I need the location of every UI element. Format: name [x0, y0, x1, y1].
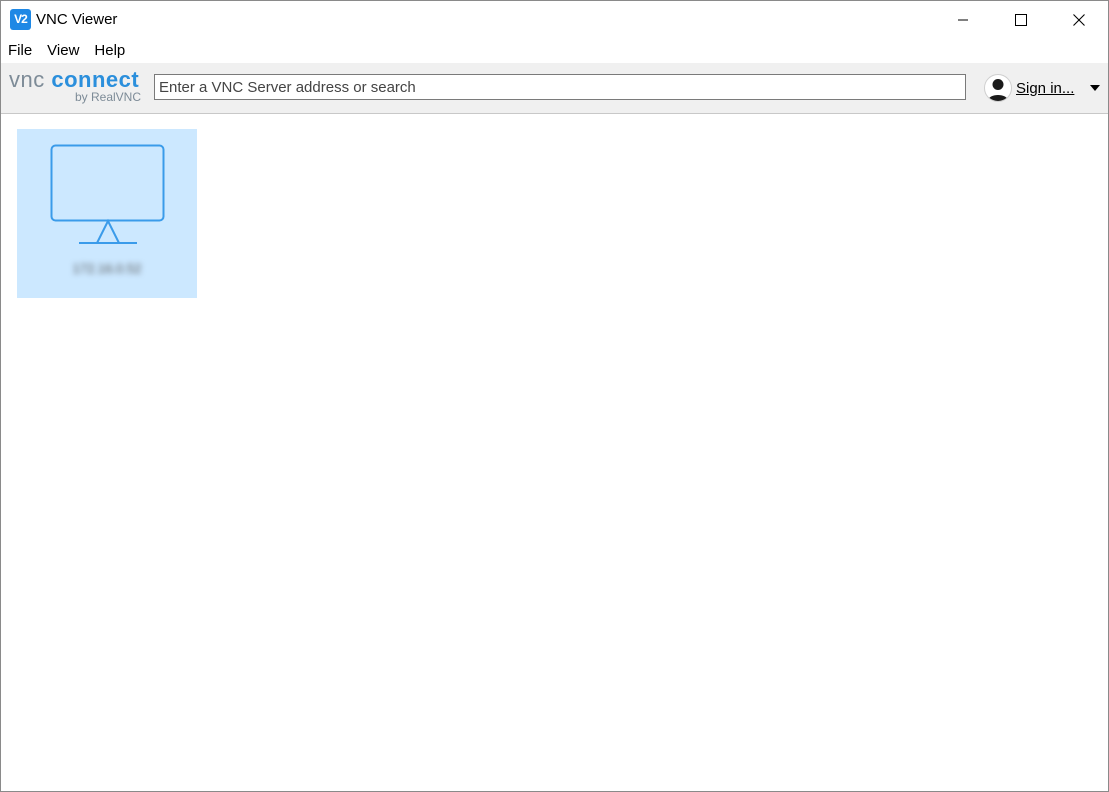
- vnc-viewer-window: V2 VNC Viewer File View Help vnc connect…: [0, 0, 1109, 792]
- vnc-connect-logo: vnc connect by RealVNC: [9, 68, 143, 106]
- window-title: VNC Viewer: [36, 11, 118, 28]
- sign-in-label: Sign in...: [1016, 79, 1075, 97]
- address-book-entry[interactable]: 172.16.0.52: [17, 129, 197, 298]
- minimize-icon: [958, 19, 968, 21]
- menu-view[interactable]: View: [40, 39, 87, 63]
- entry-label: 172.16.0.52: [72, 261, 142, 276]
- close-icon: [1073, 14, 1085, 26]
- menu-file[interactable]: File: [1, 39, 40, 63]
- maximize-button[interactable]: [992, 1, 1050, 39]
- title-bar[interactable]: V2 VNC Viewer: [1, 1, 1108, 39]
- chevron-down-icon[interactable]: [1090, 85, 1101, 91]
- logo-connect-text: connect: [51, 67, 140, 92]
- close-button[interactable]: [1050, 1, 1108, 39]
- minimize-button[interactable]: [934, 1, 992, 39]
- menu-bar: File View Help: [1, 39, 1108, 63]
- logo-vnc-text: vnc: [9, 67, 45, 92]
- user-avatar-icon: [984, 74, 1012, 102]
- maximize-icon: [1015, 14, 1027, 26]
- toolbar: vnc connect by RealVNC Sign in...: [1, 63, 1108, 114]
- monitor-icon: [50, 144, 165, 244]
- sign-in-button[interactable]: Sign in...: [984, 74, 1101, 102]
- address-book-area[interactable]: 172.16.0.52: [1, 114, 1108, 791]
- server-search-input[interactable]: [154, 74, 966, 100]
- logo-byline: by RealVNC: [74, 90, 141, 104]
- vnc-app-icon: V2: [10, 9, 31, 30]
- menu-help[interactable]: Help: [87, 39, 133, 63]
